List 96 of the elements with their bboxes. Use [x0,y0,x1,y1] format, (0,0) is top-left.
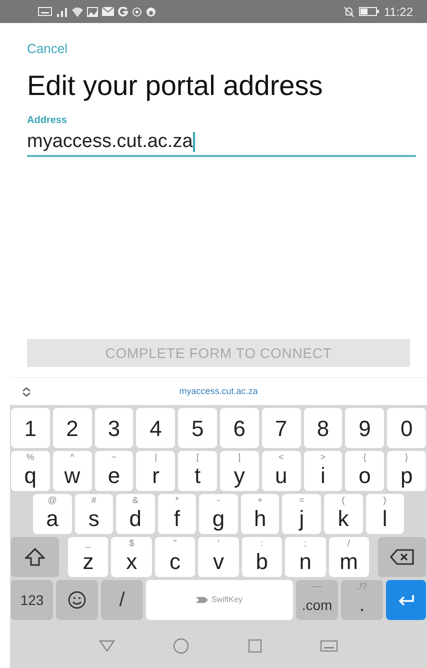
google-icon [118,6,128,16]
status-time: 11:22 [384,4,413,20]
key[interactable]: 3 [94,408,134,448]
key-hint: $ [129,539,134,548]
key-hint: } [405,453,408,462]
key[interactable]: } p [387,451,426,491]
key[interactable]: 2 [52,408,92,448]
key[interactable]: 5 [178,408,217,448]
key[interactable]: — .com [296,580,338,620]
mute-icon [344,6,354,16]
key-hint: ) [383,496,386,505]
recents-icon[interactable] [248,638,262,652]
image-icon [87,6,98,16]
key-hint: ] [238,453,241,462]
shift-key[interactable] [11,537,59,577]
keyboard-icon[interactable] [320,640,338,652]
key[interactable]: / m [328,537,369,577]
key[interactable]: $ x [111,537,152,577]
key[interactable]: 6 [220,408,259,448]
key-hint: % [26,453,34,462]
key-hint: # [91,496,96,505]
key[interactable]: % q [11,451,50,491]
key[interactable]: # s [74,494,114,534]
key[interactable]: 4 [136,408,176,448]
enter-icon [397,594,415,606]
key[interactable]: ' v [198,537,239,577]
key-hint: ( [342,496,345,505]
key-hint: * [175,496,179,505]
key[interactable]: { o [345,451,384,491]
address-field[interactable]: Address myaccess.cut.ac.za [27,112,416,156]
home-icon[interactable] [173,638,190,654]
key-hint: _ [86,539,91,548]
backspace-icon [390,549,414,565]
back-icon[interactable] [99,640,116,652]
key-hint: ^ [70,453,74,462]
wifi-icon [72,6,83,16]
key-hint: > [320,453,326,462]
key[interactable]: 0 [387,408,426,448]
key[interactable]: ^ w [52,451,92,491]
key[interactable]: 9 [345,408,384,448]
key[interactable]: ,!? . [341,580,383,620]
keyboard-icon [38,7,52,16]
key-hint: + [257,496,263,505]
key[interactable]: ) l [366,494,404,534]
key-hint: / [347,539,350,548]
key-hint: ; [304,539,307,548]
key[interactable]: | r [136,451,176,491]
key[interactable]: & d [116,494,155,534]
key[interactable]: 1 [11,408,50,448]
key[interactable]: _ z [68,537,108,577]
key-hint: ~ [111,453,117,462]
key[interactable]: > i [304,451,342,491]
key[interactable]: ~ e [94,451,134,491]
key[interactable]: @ a [33,494,72,534]
key-hint: < [278,453,284,462]
key[interactable]: * f [158,494,196,534]
key-hint: | [154,453,157,462]
key[interactable]: < u [262,451,301,491]
key[interactable]: ; n [285,537,326,577]
signal-icon [56,6,68,16]
key-hint: ,!? [356,582,367,591]
shift-icon [25,548,45,566]
key-hint: " [173,539,177,548]
key-hint: : [260,539,264,548]
key[interactable]: ] y [220,451,259,491]
key-hint: - [217,496,220,505]
key[interactable]: 123 [11,580,53,620]
key-hint: ' [218,539,220,548]
key-hint: & [132,496,138,505]
key-hint: — [312,582,322,591]
suggestion[interactable]: myaccess.cut.ac.za [31,384,415,398]
key-hint: @ [48,496,57,505]
key-hint: = [299,496,304,505]
expand-icon [22,386,31,396]
key[interactable]: - g [199,494,238,534]
key[interactable]: ( k [324,494,362,534]
field-value: myaccess.cut.ac.za [27,130,193,152]
key[interactable]: 8 [304,408,342,448]
smiley-icon [68,591,86,609]
key[interactable]: / [101,580,143,620]
mail-icon [102,7,114,16]
key[interactable]: " c [154,537,196,577]
key[interactable]: : b [242,537,282,577]
key[interactable]: + h [240,494,280,534]
swiftkey-logo-icon [196,597,208,603]
battery-icon [358,7,379,16]
page-title: Edit your portal address [27,68,324,102]
enter-key[interactable] [386,580,426,620]
key[interactable]: [ t [178,451,217,491]
key[interactable]: 7 [262,408,301,448]
key-hint: [ [196,453,199,462]
emoji-key[interactable] [56,580,98,620]
key-hint: { [363,453,366,462]
key[interactable]: = j [282,494,321,534]
field-label: Address [27,114,68,128]
backspace-key[interactable] [378,537,426,577]
